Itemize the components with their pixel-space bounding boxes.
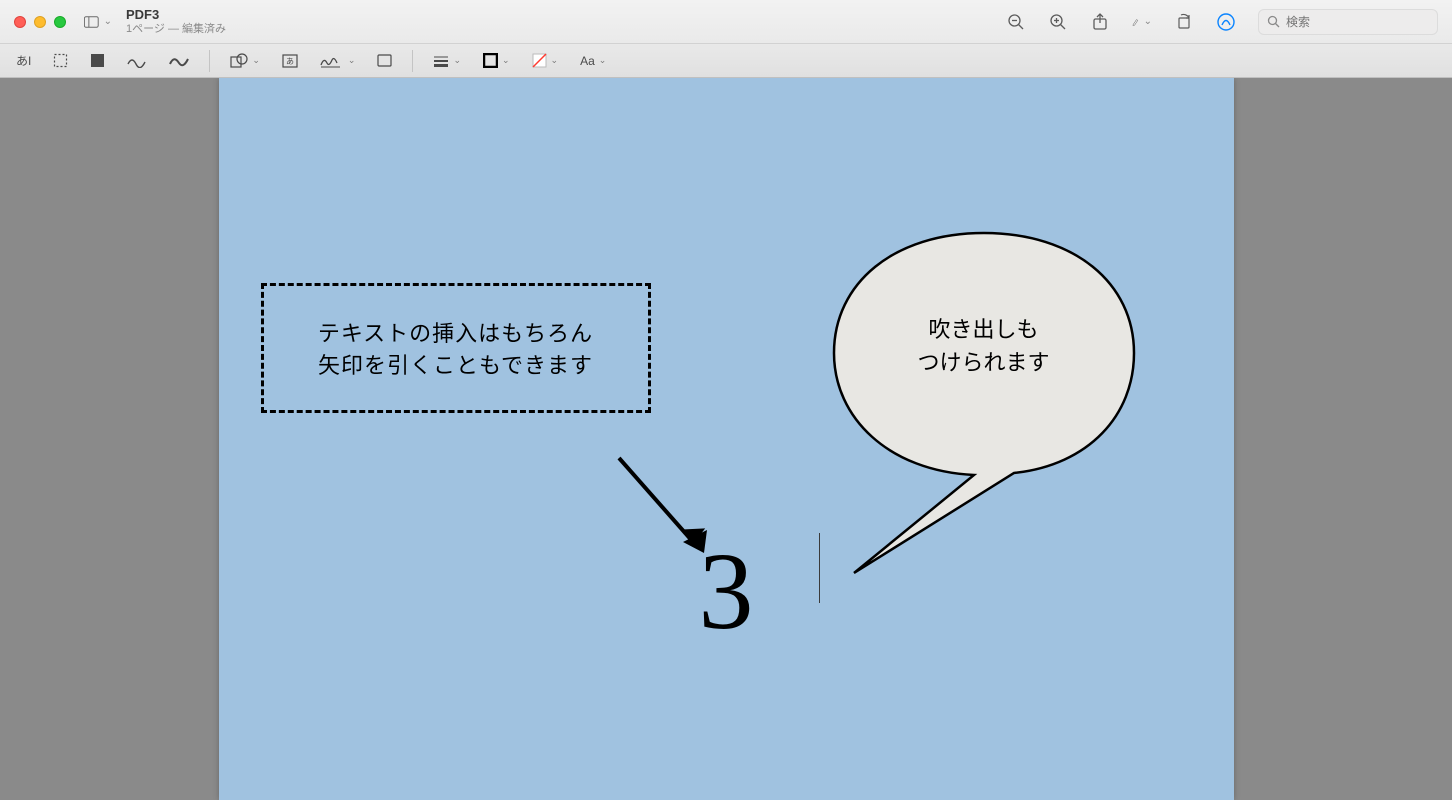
fill-color-tool[interactable]: ⌄ <box>528 49 563 73</box>
search-field[interactable] <box>1258 9 1438 35</box>
svg-text:あ: あ <box>286 57 294 66</box>
text-box-icon: あ <box>282 54 298 68</box>
close-window-button[interactable] <box>14 16 26 28</box>
sign-tool[interactable]: ⌄ <box>316 49 360 73</box>
dashed-text-annotation[interactable]: テキストの挿入はもちろん 矢印を引くこともできます <box>261 283 651 413</box>
rotate-button[interactable] <box>1174 12 1194 32</box>
rotate-icon <box>1175 13 1193 31</box>
pdf-page[interactable]: テキストの挿入はもちろん 矢印を引くこともできます 吹き出しも つけられます 3 <box>219 78 1234 800</box>
chevron-down-icon: ⌄ <box>252 55 260 66</box>
annotation-line1: テキストの挿入はもちろん <box>318 316 593 348</box>
document-title: PDF3 <box>126 8 226 22</box>
draw-tool[interactable] <box>165 49 193 73</box>
text-cursor <box>819 533 820 603</box>
sidebar-toggle-button[interactable]: ⌄ <box>84 11 112 33</box>
bubble-line2: つけられます <box>824 346 1144 379</box>
markup-icon <box>1216 12 1236 32</box>
chevron-down-icon: ⌄ <box>551 55 559 66</box>
share-icon <box>1092 13 1108 31</box>
bubble-text: 吹き出しも つけられます <box>824 313 1144 379</box>
font-style-label: Aa <box>580 54 595 68</box>
stroke-color-icon <box>483 53 498 68</box>
text-insert-tool[interactable]: あI <box>12 49 35 73</box>
share-button[interactable] <box>1090 12 1110 32</box>
chevron-down-icon: ⌄ <box>1144 16 1152 27</box>
sketch-icon <box>127 54 147 68</box>
signature-icon <box>320 54 344 68</box>
fill-color-icon <box>532 53 547 68</box>
minimize-window-button[interactable] <box>34 16 46 28</box>
zoom-in-icon <box>1049 13 1067 31</box>
toolbar-separator <box>209 50 210 72</box>
sketch-tool[interactable] <box>123 49 151 73</box>
highlight-button[interactable]: ⌄ <box>1132 12 1152 32</box>
window-controls <box>14 16 66 28</box>
shapes-tool[interactable]: ⌄ <box>226 49 264 73</box>
markup-toolbar: あI ⌄ あ ⌄ ⌄ <box>0 44 1452 78</box>
window-titlebar: ⌄ PDF3 1ページ — 編集済み ⌄ <box>0 0 1452 44</box>
note-tool[interactable] <box>373 49 396 73</box>
search-icon <box>1267 15 1280 28</box>
font-style-tool[interactable]: Aa ⌄ <box>576 49 610 73</box>
page-number-large: 3 <box>699 528 754 655</box>
text-tool[interactable]: あ <box>278 49 302 73</box>
stroke-color-tool[interactable]: ⌄ <box>479 49 514 73</box>
zoom-out-button[interactable] <box>1006 12 1026 32</box>
zoom-out-icon <box>1007 13 1025 31</box>
stroke-width-tool[interactable]: ⌄ <box>429 49 465 73</box>
highlighter-icon <box>1132 13 1139 31</box>
speech-bubble-annotation[interactable]: 吹き出しも つけられます <box>824 223 1144 493</box>
selection-rect-icon <box>53 53 68 68</box>
document-title-block: PDF3 1ページ — 編集済み <box>126 8 226 34</box>
chevron-down-icon: ⌄ <box>104 16 112 27</box>
chevron-down-icon: ⌄ <box>348 55 356 66</box>
annotation-line2: 矢印を引くこともできます <box>318 348 593 380</box>
markup-button[interactable] <box>1216 12 1236 32</box>
chevron-down-icon: ⌄ <box>502 55 510 66</box>
sidebar-icon <box>84 15 99 29</box>
toolbar-separator <box>412 50 413 72</box>
text-insert-label: あI <box>16 52 31 69</box>
zoom-in-button[interactable] <box>1048 12 1068 32</box>
redact-icon <box>90 53 105 68</box>
note-icon <box>377 54 392 67</box>
draw-icon <box>169 54 189 68</box>
titlebar-actions: ⌄ <box>1006 9 1438 35</box>
stroke-lines-icon <box>433 55 449 67</box>
chevron-down-icon: ⌄ <box>599 55 607 66</box>
speech-bubble-icon <box>824 223 1144 583</box>
document-subtitle: 1ページ — 編集済み <box>126 23 226 35</box>
fullscreen-window-button[interactable] <box>54 16 66 28</box>
search-input[interactable] <box>1286 15 1426 29</box>
chevron-down-icon: ⌄ <box>453 55 461 66</box>
bubble-line1: 吹き出しも <box>824 313 1144 346</box>
document-canvas[interactable]: テキストの挿入はもちろん 矢印を引くこともできます 吹き出しも つけられます 3 <box>0 78 1452 800</box>
selection-tool[interactable] <box>49 49 72 73</box>
redact-tool[interactable] <box>86 49 109 73</box>
shapes-icon <box>230 53 248 69</box>
